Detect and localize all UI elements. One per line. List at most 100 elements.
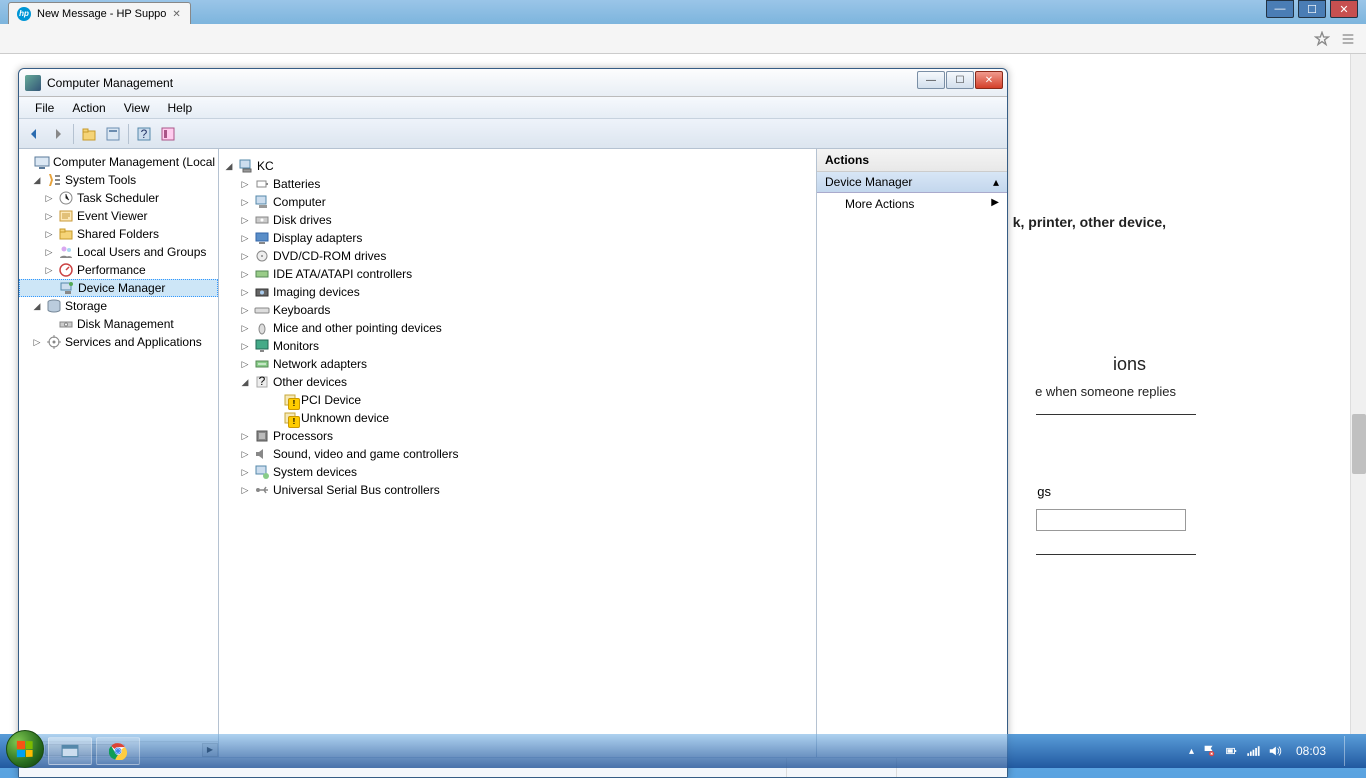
expander-icon[interactable]: ▷ <box>239 358 251 370</box>
tree-event-viewer[interactable]: ▷Event Viewer <box>19 207 218 225</box>
mmc-titlebar[interactable]: Computer Management — ☐ ✕ <box>19 69 1007 97</box>
tray-network-icon[interactable] <box>1246 744 1260 758</box>
mmc-menubar: File Action View Help <box>19 97 1007 119</box>
expander-icon[interactable]: ▷ <box>43 192 55 204</box>
tree-disk-management[interactable]: Disk Management <box>19 315 218 333</box>
webpage-tags-input[interactable] <box>1036 509 1186 531</box>
device-category[interactable]: ▷Computer <box>219 193 816 211</box>
expander-icon[interactable]: ▷ <box>43 246 55 258</box>
device-category[interactable]: ▷IDE ATA/ATAPI controllers <box>219 265 816 283</box>
taskbar-app-chrome[interactable] <box>96 737 140 765</box>
actions-more[interactable]: More Actions▶ <box>817 193 1007 215</box>
mmc-app-icon <box>25 75 41 91</box>
expander-icon[interactable]: ▷ <box>239 250 251 262</box>
expander-icon[interactable] <box>267 412 279 424</box>
expander-icon[interactable]: ▷ <box>239 286 251 298</box>
device-item[interactable]: PCI Device <box>219 391 816 409</box>
device-category[interactable]: ▷DVD/CD-ROM drives <box>219 247 816 265</box>
browser-menu-icon[interactable] <box>1340 31 1356 47</box>
bookmark-star-icon[interactable] <box>1314 31 1330 47</box>
toolbar-up-button[interactable] <box>78 123 100 145</box>
tree-performance[interactable]: ▷Performance <box>19 261 218 279</box>
expander-icon[interactable]: ▷ <box>43 210 55 222</box>
tray-volume-icon[interactable] <box>1268 744 1282 758</box>
device-category[interactable]: ▷Imaging devices <box>219 283 816 301</box>
device-category[interactable]: ▷Disk drives <box>219 211 816 229</box>
scrollbar-thumb[interactable] <box>1352 414 1366 474</box>
taskbar-app-explorer[interactable] <box>48 737 92 765</box>
tray-overflow-icon[interactable]: ▴ <box>1189 746 1194 757</box>
expander-icon[interactable]: ▷ <box>239 304 251 316</box>
tree-shared-folders[interactable]: ▷Shared Folders <box>19 225 218 243</box>
browser-tab[interactable]: hp New Message - HP Suppo ✕ <box>8 2 191 24</box>
device-category[interactable]: ▷Processors <box>219 427 816 445</box>
browser-close-button[interactable]: ✕ <box>1330 0 1358 18</box>
taskbar-clock[interactable]: 08:03 <box>1290 744 1332 758</box>
mmc-center-pane: ◢KC ▷Batteries▷Computer▷Disk drives▷Disp… <box>219 149 817 757</box>
toolbar-back-button[interactable] <box>23 123 45 145</box>
device-item[interactable]: Unknown device <box>219 409 816 427</box>
webpage-scrollbar[interactable] <box>1350 54 1366 734</box>
device-warning-icon <box>282 392 298 408</box>
expander-icon[interactable]: ▷ <box>239 340 251 352</box>
device-category[interactable]: ▷Display adapters <box>219 229 816 247</box>
tree-services-apps[interactable]: ▷Services and Applications <box>19 333 218 351</box>
device-root[interactable]: ◢KC <box>219 157 816 175</box>
device-category[interactable]: ▷Universal Serial Bus controllers <box>219 481 816 499</box>
device-category[interactable]: ▷Network adapters <box>219 355 816 373</box>
menu-view[interactable]: View <box>116 99 158 117</box>
device-category[interactable]: ▷Keyboards <box>219 301 816 319</box>
mmc-maximize-button[interactable]: ☐ <box>946 71 974 89</box>
toolbar-properties-button[interactable] <box>102 123 124 145</box>
expander-icon[interactable]: ▷ <box>239 448 251 460</box>
tab-close-icon[interactable]: ✕ <box>172 9 182 19</box>
expander-icon[interactable]: ▷ <box>239 484 251 496</box>
expander-icon[interactable] <box>19 156 31 168</box>
device-category[interactable]: ◢?Other devices <box>219 373 816 391</box>
tree-local-users[interactable]: ▷Local Users and Groups <box>19 243 218 261</box>
show-desktop-button[interactable] <box>1344 736 1354 766</box>
expander-icon[interactable]: ▷ <box>43 228 55 240</box>
tree-root[interactable]: Computer Management (Local <box>19 153 218 171</box>
expander-icon[interactable]: ◢ <box>239 376 251 388</box>
menu-file[interactable]: File <box>27 99 62 117</box>
toolbar-forward-button[interactable] <box>47 123 69 145</box>
expander-icon[interactable]: ▷ <box>43 264 55 276</box>
tree-device-manager[interactable]: Device Manager <box>19 279 218 297</box>
expander-icon[interactable]: ▷ <box>239 232 251 244</box>
browser-maximize-button[interactable]: ☐ <box>1298 0 1326 18</box>
device-category[interactable]: ▷Batteries <box>219 175 816 193</box>
menu-action[interactable]: Action <box>64 99 113 117</box>
device-category[interactable]: ▷System devices <box>219 463 816 481</box>
expander-icon[interactable] <box>267 394 279 406</box>
expander-icon[interactable] <box>43 318 55 330</box>
expander-icon[interactable]: ▷ <box>239 178 251 190</box>
tree-task-scheduler[interactable]: ▷Task Scheduler <box>19 189 218 207</box>
expander-icon[interactable] <box>44 282 56 294</box>
expander-collapse-icon[interactable]: ◢ <box>31 300 43 312</box>
tray-flag-icon[interactable] <box>1202 744 1216 758</box>
tree-system-tools[interactable]: ◢System Tools <box>19 171 218 189</box>
menu-help[interactable]: Help <box>160 99 201 117</box>
expander-icon[interactable]: ▷ <box>239 196 251 208</box>
device-category[interactable]: ▷Sound, video and game controllers <box>219 445 816 463</box>
expander-icon[interactable]: ▷ <box>239 322 251 334</box>
device-category[interactable]: ▷Mice and other pointing devices <box>219 319 816 337</box>
browser-minimize-button[interactable]: — <box>1266 0 1294 18</box>
device-category[interactable]: ▷Monitors <box>219 337 816 355</box>
expander-icon[interactable]: ▷ <box>239 466 251 478</box>
expander-icon[interactable]: ▷ <box>239 214 251 226</box>
actions-context[interactable]: Device Manager▴ <box>817 172 1007 193</box>
mmc-minimize-button[interactable]: — <box>917 71 945 89</box>
start-button[interactable] <box>6 730 44 768</box>
expander-collapse-icon[interactable]: ◢ <box>31 174 43 186</box>
expander-collapse-icon[interactable]: ◢ <box>223 160 235 172</box>
expander-icon[interactable]: ▷ <box>239 430 251 442</box>
expander-icon[interactable]: ▷ <box>239 268 251 280</box>
toolbar-help-button[interactable]: ? <box>133 123 155 145</box>
tree-storage[interactable]: ◢Storage <box>19 297 218 315</box>
toolbar-show-hide-button[interactable] <box>157 123 179 145</box>
expander-icon[interactable]: ▷ <box>31 336 43 348</box>
mmc-close-button[interactable]: ✕ <box>975 71 1003 89</box>
tray-power-icon[interactable] <box>1224 744 1238 758</box>
